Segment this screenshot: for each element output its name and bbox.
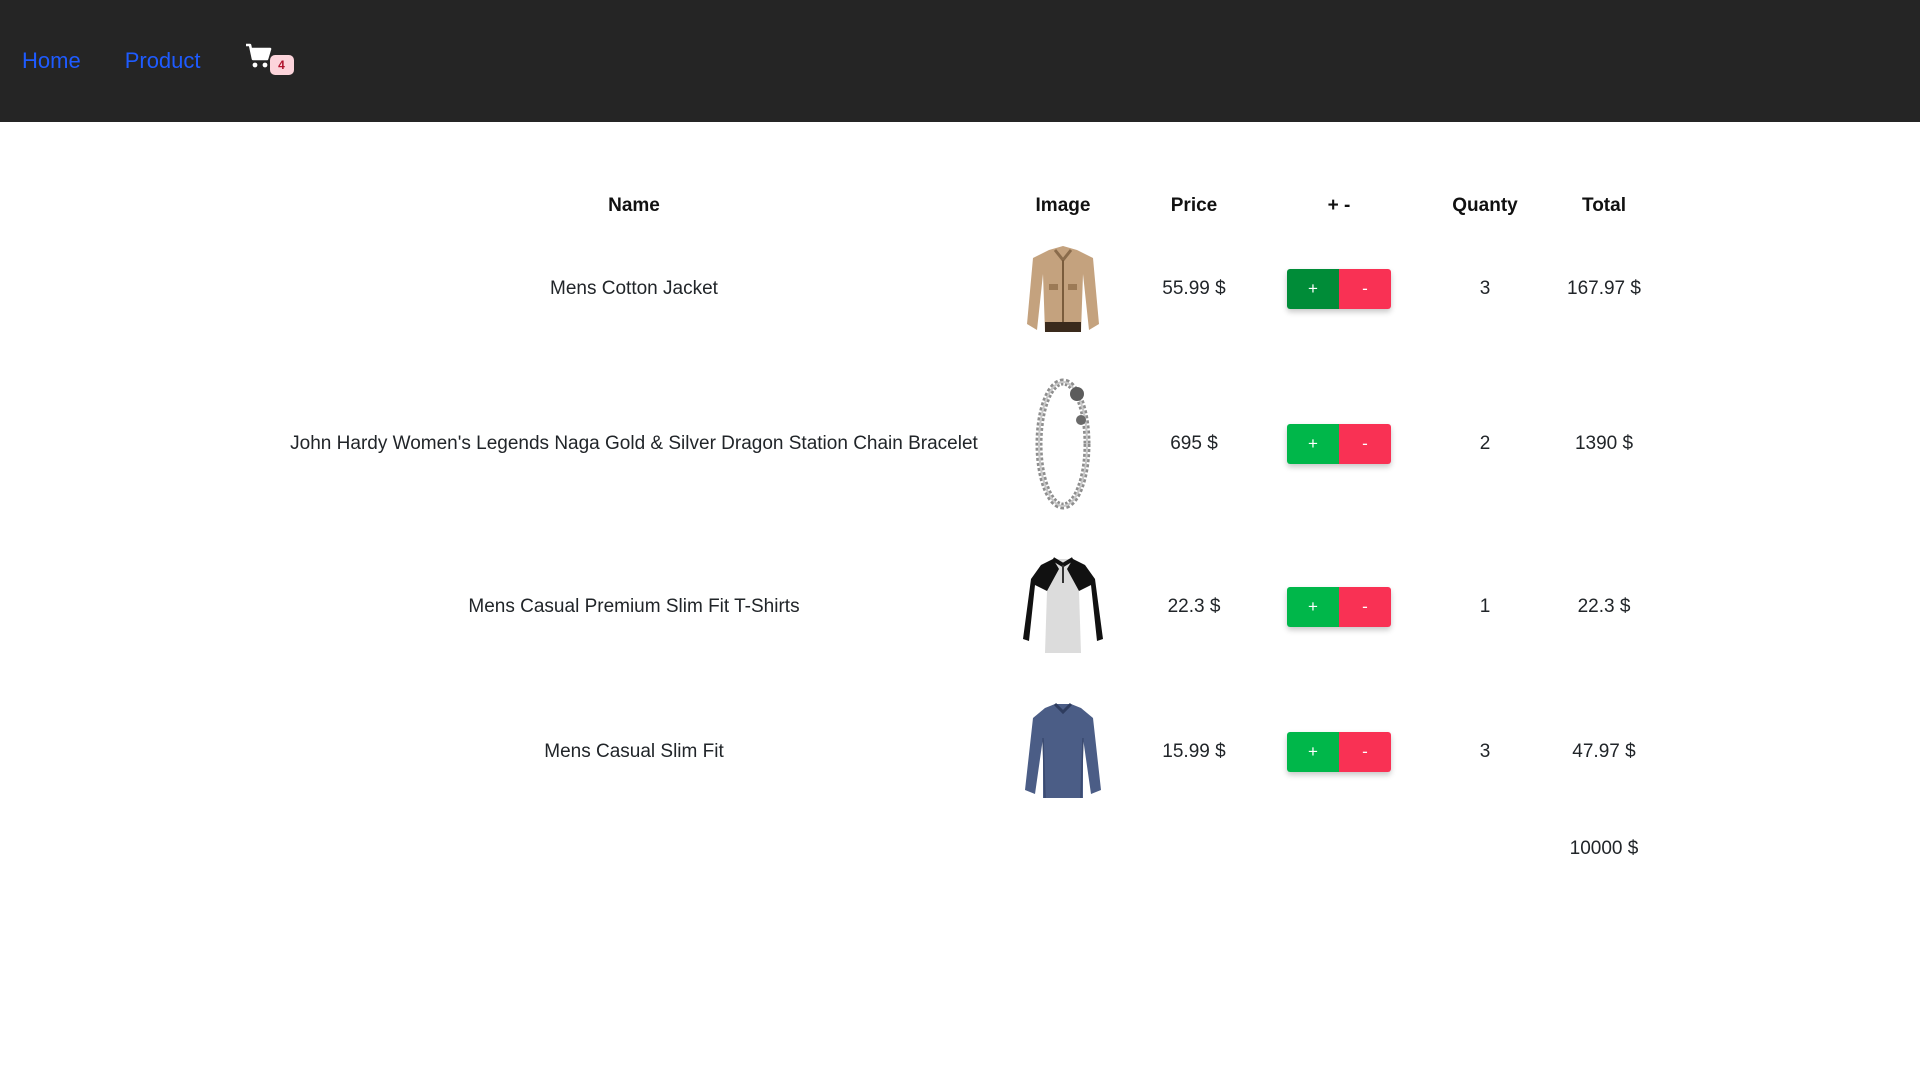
product-total: 47.97 $ <box>1572 741 1636 762</box>
table-row: Mens Cotton Jacket 55.99 $ + - 3 167.97 … <box>262 222 1648 356</box>
increase-button[interactable]: + <box>1287 732 1339 772</box>
product-image <box>1006 682 1120 822</box>
jacket-image <box>1027 246 1099 332</box>
product-name: John Hardy Women's Legends Naga Gold & S… <box>290 433 978 454</box>
navbar: Home Product 4 <box>0 0 1920 122</box>
plus-minus-group: + - <box>1287 269 1391 309</box>
decrease-button[interactable]: - <box>1339 587 1391 627</box>
product-quantity: 3 <box>1479 741 1491 762</box>
plus-minus-group: + - <box>1287 587 1391 627</box>
nav-link-product[interactable]: Product <box>125 48 201 74</box>
product-total: 1390 $ <box>1574 433 1634 454</box>
increase-button[interactable]: + <box>1287 587 1339 627</box>
header-plus-minus: + - <box>1327 195 1351 216</box>
table-header-row: Name Image Price + - Quanty Total <box>262 190 1648 222</box>
product-name: Mens Casual Slim Fit <box>544 741 724 762</box>
product-name: Mens Cotton Jacket <box>550 278 718 299</box>
quantity-controls: + - <box>1268 682 1410 822</box>
plus-minus-group: + - <box>1287 424 1391 464</box>
product-image <box>1006 222 1120 356</box>
quantity-controls: + - <box>1268 532 1410 682</box>
long-sleeve-shirt-image <box>1025 702 1101 799</box>
header-quantity: Quanty <box>1452 195 1518 216</box>
quantity-controls: + - <box>1268 222 1410 356</box>
product-image <box>1006 532 1120 682</box>
product-total: 167.97 $ <box>1567 278 1641 299</box>
product-quantity: 3 <box>1479 278 1491 299</box>
cart-table: Name Image Price + - Quanty Total Mens C… <box>262 190 1648 876</box>
increase-button[interactable]: + <box>1287 424 1339 464</box>
product-price: 15.99 $ <box>1162 741 1226 762</box>
header-total: Total <box>1582 195 1626 216</box>
product-price: 695 $ <box>1170 433 1218 454</box>
product-total: 22.3 $ <box>1577 596 1631 617</box>
raglan-shirt-image <box>1023 557 1103 653</box>
grand-total: 10000 $ <box>1569 838 1639 859</box>
header-name: Name <box>608 195 660 216</box>
decrease-button[interactable]: - <box>1339 732 1391 772</box>
cart-count-badge: 4 <box>269 55 294 75</box>
increase-button[interactable]: + <box>1287 269 1339 309</box>
product-name: Mens Casual Premium Slim Fit T-Shirts <box>468 596 800 617</box>
header-image: Image <box>1035 195 1091 216</box>
grand-total-row: 10000 $ <box>262 822 1648 876</box>
product-quantity: 2 <box>1479 433 1491 454</box>
product-price: 22.3 $ <box>1167 596 1221 617</box>
cart-button[interactable]: 4 <box>245 43 295 77</box>
plus-minus-group: + - <box>1287 732 1391 772</box>
product-image <box>1006 356 1120 532</box>
header-price: Price <box>1170 195 1218 216</box>
quantity-controls: + - <box>1268 356 1410 532</box>
product-quantity: 1 <box>1479 596 1491 617</box>
shopping-cart-icon <box>245 43 271 68</box>
decrease-button[interactable]: - <box>1339 269 1391 309</box>
decrease-button[interactable]: - <box>1339 424 1391 464</box>
table-row: John Hardy Women's Legends Naga Gold & S… <box>262 356 1648 532</box>
table-row: Mens Casual Premium Slim Fit T-Shirts 22… <box>262 532 1648 682</box>
table-row: Mens Casual Slim Fit 15.99 $ + - 3 47.97… <box>262 682 1648 822</box>
product-price: 55.99 $ <box>1162 278 1226 299</box>
bracelet-image <box>1035 378 1091 510</box>
nav-link-home[interactable]: Home <box>22 48 81 74</box>
